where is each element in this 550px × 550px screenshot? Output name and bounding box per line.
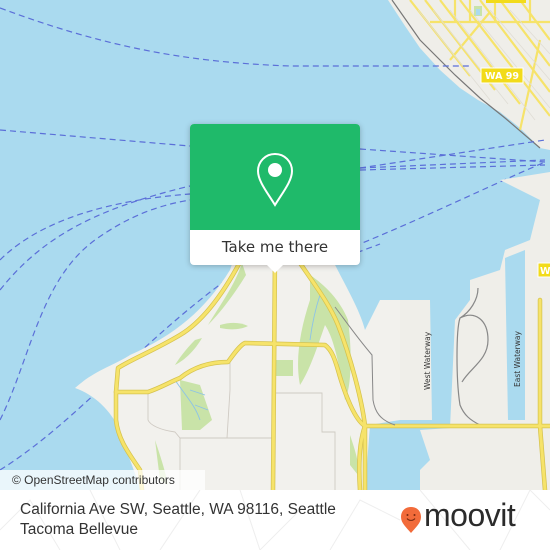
pond	[476, 9, 480, 15]
address-text: California Ave SW, Seattle, WA 98116, Se…	[20, 501, 336, 538]
svg-text:WA 99: WA 99	[485, 71, 519, 82]
footer: California Ave SW, Seattle, WA 98116, Se…	[0, 490, 550, 550]
map-view[interactable]: West Waterway East Waterway WA 99 WA © O…	[0, 0, 550, 490]
popup-pointer	[266, 264, 284, 273]
moovit-pin-icon	[401, 507, 421, 533]
moovit-wordmark: moovit	[424, 497, 516, 533]
shield-top	[486, 0, 526, 3]
take-me-there-button[interactable]: Take me there	[190, 230, 360, 265]
west-waterway	[430, 300, 448, 420]
map-attribution[interactable]: © OpenStreetMap contributors	[0, 470, 205, 490]
shield-wa-99: WA 99	[480, 67, 524, 84]
location-pin-icon	[256, 152, 294, 207]
popup-header	[190, 124, 360, 230]
location-popup: Take me there	[190, 124, 360, 273]
east-waterway-label: East Waterway	[513, 331, 522, 387]
west-waterway-label: West Waterway	[423, 331, 432, 390]
shield-wa: WA	[537, 262, 550, 278]
svg-text:WA: WA	[540, 266, 550, 277]
